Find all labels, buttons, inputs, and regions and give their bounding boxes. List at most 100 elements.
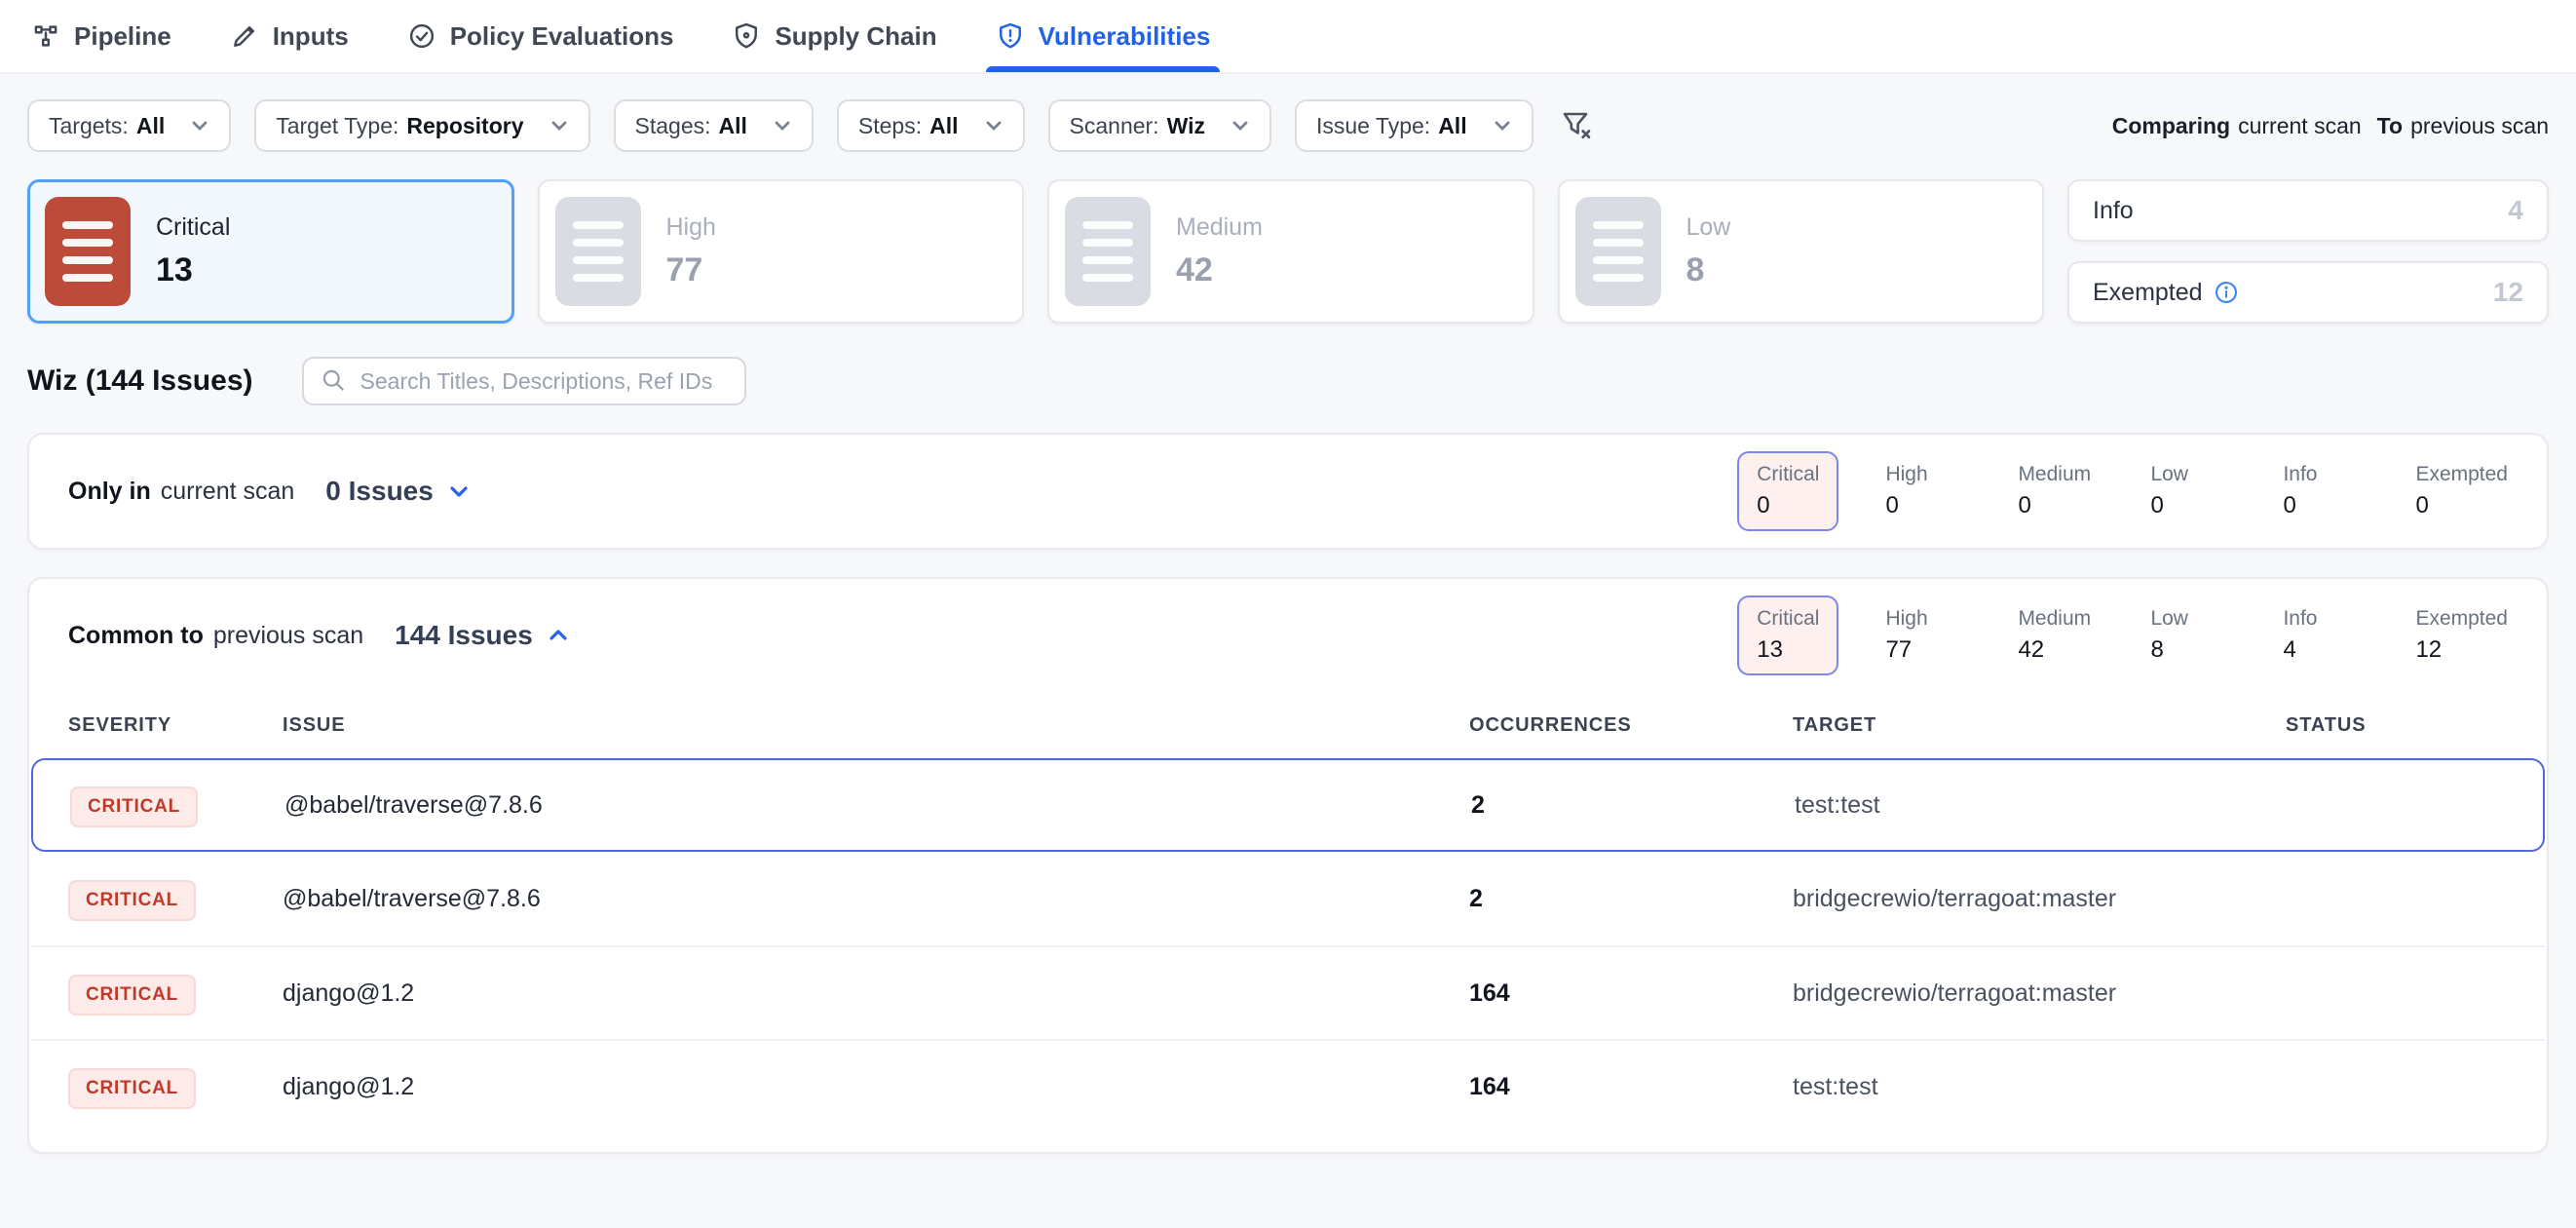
group-issues-toggle[interactable]: 144 Issues — [395, 620, 570, 651]
filter-label: Scanner: — [1070, 113, 1159, 139]
filter-stages[interactable]: Stages:All — [614, 99, 814, 152]
row-issue: @babel/traverse@7.8.6 — [284, 791, 1471, 820]
chevron-down-icon — [447, 480, 471, 503]
exempted-card[interactable]: Exempted 12 — [2067, 261, 2549, 324]
group-scope: previous scan — [213, 622, 363, 650]
stat-value: 0 — [2018, 492, 2103, 519]
filter-scanner[interactable]: Scanner: Wiz — [1048, 99, 1271, 152]
severity-card-label: Low — [1686, 213, 1731, 242]
filter-value: Wiz — [1167, 113, 1205, 139]
column-header-target: TARGET — [1793, 714, 2286, 737]
stat-label: Info — [2283, 607, 2368, 631]
stat-value: 0 — [2415, 492, 2508, 519]
filter-issue-type[interactable]: Issue Type:All — [1295, 99, 1534, 152]
compare-scan-label: Comparingcurrent scanToprevious scan — [2112, 113, 2549, 139]
group-header: Only in current scan 0 Issues Critical0 … — [29, 435, 2547, 548]
severity-card-label: High — [666, 213, 716, 242]
filter-targets[interactable]: Targets:All — [27, 99, 231, 152]
severity-card-count: 42 — [1176, 251, 1263, 289]
comparing-word: Comparing — [2112, 113, 2230, 138]
group-header: Common to previous scan 144 Issues Criti… — [29, 579, 2547, 692]
severity-card-label: Medium — [1176, 213, 1263, 242]
severity-card-count: 13 — [156, 251, 230, 289]
medium-severity-icon — [1065, 197, 1151, 306]
stat-critical[interactable]: Critical 13 — [1737, 595, 1838, 675]
stat-label: Medium — [2018, 607, 2103, 631]
stat-critical[interactable]: Critical0 — [1737, 451, 1838, 531]
table-row[interactable]: CRITICAL django@1.2 164 test:test — [31, 1039, 2545, 1132]
stat-value: 77 — [1885, 636, 1971, 664]
severity-card-low[interactable]: Low 8 — [1558, 179, 2045, 324]
column-header-occurrences: OCCURRENCES — [1469, 714, 1793, 737]
tab-supply-chain[interactable]: Supply Chain — [728, 0, 940, 72]
stat-info: Info0 — [2283, 451, 2368, 531]
filter-steps[interactable]: Steps: All — [837, 99, 1025, 152]
stat-label: Low — [2150, 463, 2236, 486]
vulnerabilities-page: Pipeline Inputs Policy Evaluations Suppl… — [0, 0, 2576, 1228]
stat-value: 0 — [2283, 492, 2368, 519]
group-issues-count: 144 Issues — [395, 620, 533, 651]
stat-label: Medium — [2018, 463, 2103, 486]
row-target: bridgecrewio/terragoat:master — [1793, 885, 2286, 913]
tab-inputs[interactable]: Inputs — [226, 0, 353, 72]
info-icon — [2215, 281, 2238, 304]
group-issues-count: 0 Issues — [325, 476, 434, 507]
severity-cards-row: Critical 13 High 77 Medium 42 Low 8 — [0, 173, 2576, 324]
top-tab-bar: Pipeline Inputs Policy Evaluations Suppl… — [0, 0, 2576, 74]
row-target: test:test — [1793, 1073, 2286, 1101]
clear-filters-icon[interactable] — [1561, 109, 1594, 142]
chevron-down-icon — [1231, 116, 1250, 135]
tab-vulnerabilities[interactable]: Vulnerabilities — [992, 0, 1215, 72]
current-scan-word: current scan — [2238, 113, 2362, 138]
high-severity-icon — [555, 197, 641, 306]
tab-policy-evaluations[interactable]: Policy Evaluations — [403, 0, 678, 72]
filter-label: Target Type: — [276, 113, 398, 139]
stat-exempted: Exempted12 — [2415, 595, 2508, 675]
table-row[interactable]: CRITICAL @babel/traverse@7.8.6 2 bridgec… — [31, 852, 2545, 945]
severity-card-count: 8 — [1686, 251, 1731, 289]
stat-label: Critical — [1757, 607, 1819, 631]
stat-medium: Medium42 — [2018, 595, 2103, 675]
table-row[interactable]: CRITICAL @babel/traverse@7.8.6 2 test:te… — [31, 758, 2545, 852]
group-prefix: Common to — [68, 622, 204, 650]
pipeline-icon — [31, 21, 60, 51]
exempted-card-label: Exempted — [2093, 279, 2203, 307]
stat-high: High0 — [1885, 451, 1971, 531]
filter-value: Repository — [406, 113, 523, 139]
severity-card-critical[interactable]: Critical 13 — [27, 179, 514, 324]
stat-value: 8 — [2150, 636, 2236, 664]
filter-target-type[interactable]: Target Type: Repository — [254, 99, 589, 152]
column-header-severity: SEVERITY — [68, 714, 283, 737]
previous-scan-word: previous scan — [2410, 113, 2549, 138]
tab-pipeline[interactable]: Pipeline — [27, 0, 175, 72]
tab-label: Vulnerabilities — [1039, 21, 1211, 52]
filter-value: All — [719, 113, 747, 139]
stat-label: High — [1885, 607, 1971, 631]
severity-card-high[interactable]: High 77 — [538, 179, 1025, 324]
info-card[interactable]: Info 4 — [2067, 179, 2549, 242]
stat-label: Low — [2150, 607, 2236, 631]
stat-value: 13 — [1757, 636, 1819, 664]
stat-exempted: Exempted 0 — [2415, 451, 2508, 531]
low-severity-icon — [1575, 197, 1661, 306]
only-in-current-scan-section: Only in current scan 0 Issues Critical0 … — [27, 433, 2549, 550]
stat-value: 0 — [1885, 492, 1971, 519]
stat-low: Low 8 — [2150, 595, 2236, 675]
side-cards-column: Info 4 Exempted 12 — [2067, 179, 2549, 324]
stat-high: High 77 — [1885, 595, 1971, 675]
table-row[interactable]: CRITICAL django@1.2 164 bridgecrewio/ter… — [31, 945, 2545, 1039]
group-severity-stats: Critical 13 High 77 Medium42 Low 8 Info 4 Ex… — [1737, 595, 2508, 675]
filter-value: All — [1438, 113, 1466, 139]
chevron-down-icon — [1493, 116, 1512, 135]
severity-card-medium[interactable]: Medium 42 — [1047, 179, 1534, 324]
group-severity-stats: Critical0 High0 Medium 0 Low 0 Info0 Exemp… — [1737, 451, 2508, 531]
filter-bar: Targets:All Target Type: Repository Stage… — [0, 74, 2576, 173]
filter-label: Steps: — [858, 113, 922, 139]
filter-value: All — [136, 113, 165, 139]
search-input[interactable] — [357, 366, 727, 397]
stat-label: Exempted — [2415, 463, 2508, 486]
group-issues-toggle[interactable]: 0 Issues — [325, 476, 471, 507]
stat-value: 4 — [2283, 636, 2368, 664]
filter-value: All — [929, 113, 958, 139]
stat-value: 12 — [2415, 636, 2508, 664]
